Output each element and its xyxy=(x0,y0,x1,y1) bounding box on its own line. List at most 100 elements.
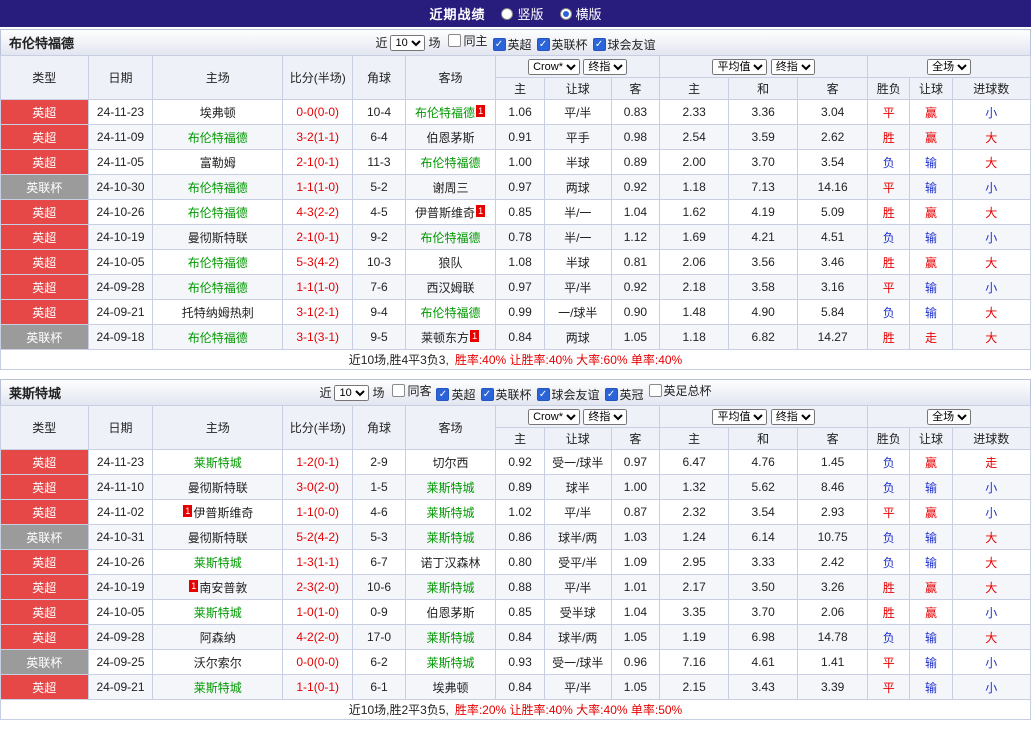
avg-select[interactable]: 平均值 xyxy=(712,59,767,75)
result-outcome: 平 xyxy=(868,100,910,125)
result-goals: 大 xyxy=(952,625,1030,650)
result-goals: 小 xyxy=(952,600,1030,625)
odds-stage-select[interactable]: 终指 xyxy=(583,59,627,75)
table-header: 类型 日期 主场 比分(半场) 角球 客场 Crow* 终指 平均值 终指 xyxy=(1,406,1031,450)
avg-draw: 3.54 xyxy=(729,500,798,525)
radio-icon[interactable] xyxy=(560,8,572,20)
result-handicap-trend: 赢 xyxy=(910,250,952,275)
recent-count-select[interactable]: 10 xyxy=(390,35,425,51)
filter-checkbox-item[interactable]: 英超 xyxy=(493,36,532,53)
away-team-cell: 谢周三 xyxy=(405,175,496,200)
avg-away: 3.46 xyxy=(798,250,868,275)
result-goals: 小 xyxy=(952,275,1030,300)
odds-handicap: 受半球 xyxy=(544,600,611,625)
corner-count: 5-2 xyxy=(353,175,406,200)
filter-checkbox-item[interactable]: 同客 xyxy=(392,382,431,399)
subcol-result-handicap: 让球 xyxy=(910,428,952,450)
filter-checkbox-item[interactable]: 球会友谊 xyxy=(593,36,656,53)
odds-away: 0.90 xyxy=(611,300,659,325)
red-card-badge: 1 xyxy=(476,205,485,217)
avg-stage-select[interactable]: 终指 xyxy=(771,59,815,75)
team-name-text: 狼队 xyxy=(439,256,463,270)
result-outcome: 胜 xyxy=(868,200,910,225)
team-name-text: 布伦特福德 xyxy=(188,206,248,220)
checkbox-checked-icon[interactable] xyxy=(593,38,606,51)
avg-home: 2.54 xyxy=(660,125,729,150)
match-score: 1-1(0-0) xyxy=(283,500,353,525)
checkbox-checked-icon[interactable] xyxy=(605,388,618,401)
league-type-badge: 英联杯 xyxy=(1,325,89,350)
league-type-badge: 英超 xyxy=(1,625,89,650)
result-handicap-trend: 输 xyxy=(910,525,952,550)
filter-checkbox-item[interactable]: 英联杯 xyxy=(537,36,588,53)
match-row: 英超24-09-21托特纳姆热刺3-1(2-1)9-4布伦特福德0.99一/球半… xyxy=(1,300,1031,325)
match-date: 24-11-09 xyxy=(88,125,153,150)
odds-handicap: 一/球半 xyxy=(544,300,611,325)
radio-icon[interactable] xyxy=(501,8,513,20)
match-date: 24-10-05 xyxy=(88,600,153,625)
avg-stage-select[interactable]: 终指 xyxy=(771,409,815,425)
result-goals: 大 xyxy=(952,150,1030,175)
result-outcome: 胜 xyxy=(868,125,910,150)
odds-home: 0.84 xyxy=(496,325,544,350)
league-type-badge: 英超 xyxy=(1,150,89,175)
match-score: 5-2(4-2) xyxy=(283,525,353,550)
layout-radio-vertical[interactable]: 竖版 xyxy=(501,4,543,23)
corner-count: 7-6 xyxy=(353,275,406,300)
fulltime-select[interactable]: 全场 xyxy=(927,409,971,425)
away-team-cell: 伊普斯维奇1 xyxy=(405,200,496,225)
subcol-avg-draw: 和 xyxy=(729,428,798,450)
checkbox-checked-icon[interactable] xyxy=(537,38,550,51)
filter-checkbox-item[interactable]: 英超 xyxy=(436,386,475,403)
layout-radio-horizontal[interactable]: 横版 xyxy=(560,4,602,23)
team-name-text: 埃弗顿 xyxy=(433,681,469,695)
checkbox-unchecked-icon[interactable] xyxy=(392,384,405,397)
odds-away: 1.04 xyxy=(611,600,659,625)
odds-handicap: 球半/两 xyxy=(544,625,611,650)
match-date: 24-10-30 xyxy=(88,175,153,200)
subcol-avg-away: 客 xyxy=(798,78,868,100)
odds-stage-select[interactable]: 终指 xyxy=(583,409,627,425)
avg-draw: 3.58 xyxy=(729,275,798,300)
filter-checkbox-item[interactable]: 球会友谊 xyxy=(537,386,600,403)
checkbox-checked-icon[interactable] xyxy=(493,38,506,51)
match-score: 1-1(1-0) xyxy=(283,275,353,300)
summary-record: 近10场,胜2平3负5, xyxy=(349,703,449,717)
result-handicap-trend: 赢 xyxy=(910,125,952,150)
match-row: 英超24-10-19曼彻斯特联2-1(0-1)9-2布伦特福德0.78半/一1.… xyxy=(1,225,1031,250)
odds-home: 0.97 xyxy=(496,275,544,300)
bookmaker-select[interactable]: Crow* xyxy=(528,59,580,75)
bookmaker-select[interactable]: Crow* xyxy=(528,409,580,425)
match-score: 1-1(0-1) xyxy=(283,675,353,700)
filter-bar: 近 10 场 同客英超英联杯球会友谊英冠英足总杯 xyxy=(1,382,1030,404)
match-date: 24-11-10 xyxy=(88,475,153,500)
avg-home: 1.62 xyxy=(660,200,729,225)
team-name-text: 谢周三 xyxy=(433,181,469,195)
avg-select[interactable]: 平均值 xyxy=(712,409,767,425)
filter-checkbox-item[interactable]: 同主 xyxy=(448,32,487,49)
result-outcome: 平 xyxy=(868,500,910,525)
home-team-cell: 埃弗顿 xyxy=(153,100,283,125)
checkbox-unchecked-icon[interactable] xyxy=(649,384,662,397)
odds-home: 0.85 xyxy=(496,200,544,225)
filter-checkbox-item[interactable]: 英联杯 xyxy=(481,386,532,403)
corner-count: 4-5 xyxy=(353,200,406,225)
result-handicap-trend: 输 xyxy=(910,550,952,575)
result-outcome: 负 xyxy=(868,525,910,550)
result-handicap-trend: 输 xyxy=(910,475,952,500)
checkbox-label: 球会友谊 xyxy=(552,386,600,403)
checkbox-label: 英超 xyxy=(451,386,475,403)
filter-checkbox-item[interactable]: 英冠 xyxy=(605,386,644,403)
home-team-cell: 阿森纳 xyxy=(153,625,283,650)
checkbox-checked-icon[interactable] xyxy=(537,388,550,401)
fulltime-select[interactable]: 全场 xyxy=(927,59,971,75)
recent-count-select[interactable]: 10 xyxy=(334,385,369,401)
avg-draw: 4.21 xyxy=(729,225,798,250)
odds-handicap: 半球 xyxy=(544,150,611,175)
match-row: 英联杯24-09-18布伦特福德3-1(3-1)9-5莱顿东方10.84两球1.… xyxy=(1,325,1031,350)
checkbox-unchecked-icon[interactable] xyxy=(448,34,461,47)
checkbox-checked-icon[interactable] xyxy=(481,388,494,401)
match-date: 24-09-21 xyxy=(88,675,153,700)
filter-checkbox-item[interactable]: 英足总杯 xyxy=(649,382,712,399)
checkbox-checked-icon[interactable] xyxy=(436,388,449,401)
